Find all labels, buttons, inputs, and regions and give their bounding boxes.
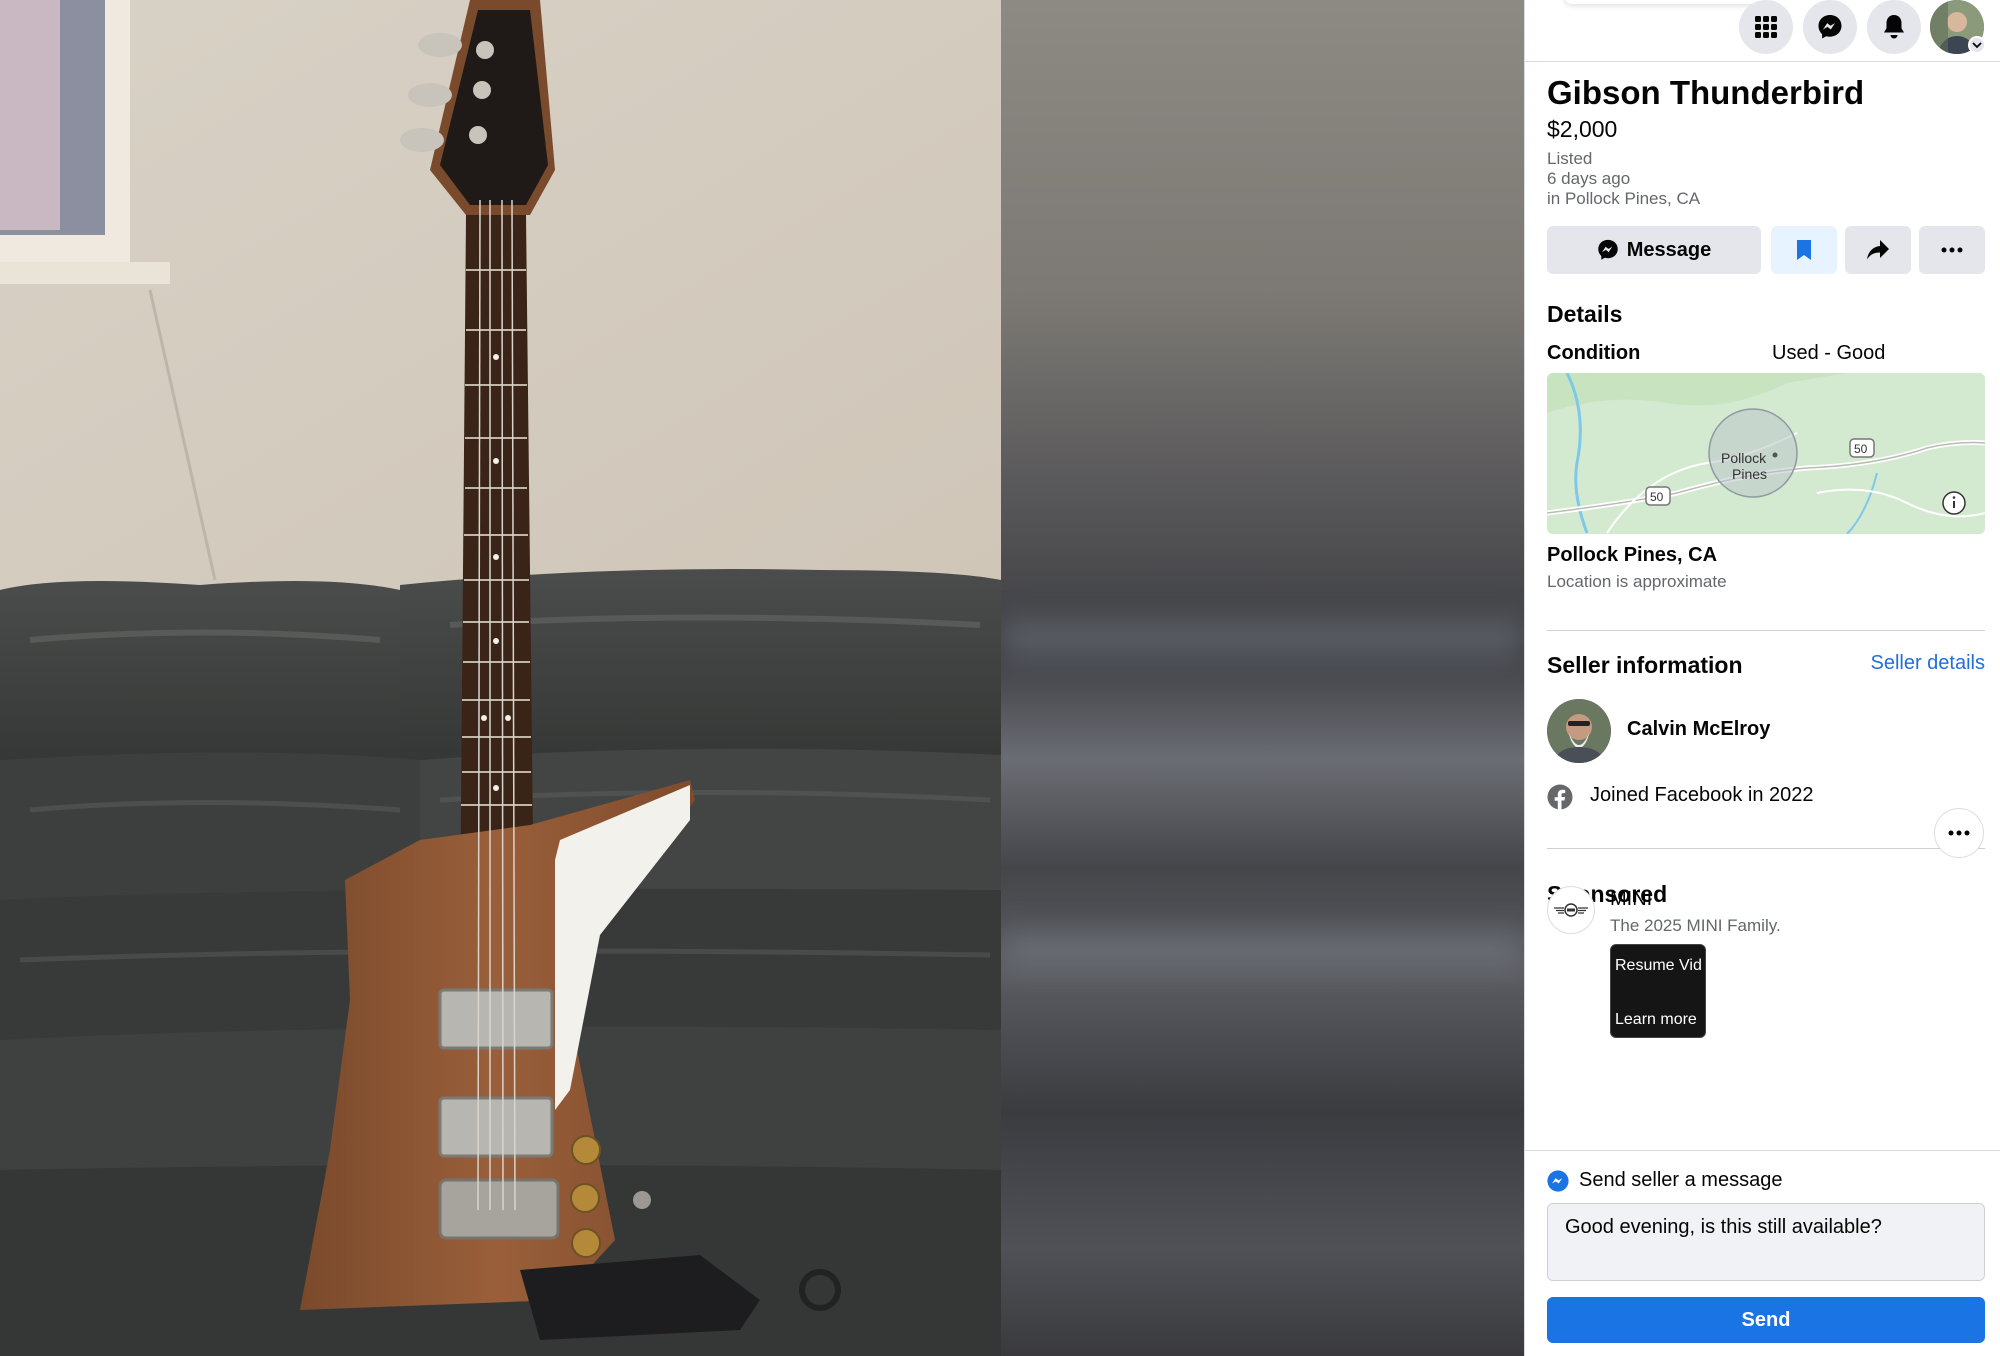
- route-shield: 50: [1650, 490, 1664, 504]
- ad-learn-more[interactable]: Learn more: [1615, 1011, 1697, 1029]
- map-place-label: Pines: [1732, 466, 1767, 482]
- ad-video-thumbnail[interactable]: Resume Vid Learn more: [1610, 944, 1706, 1038]
- location-map[interactable]: Pollock Pines 50 50: [1547, 373, 1985, 534]
- condition-value: Used - Good: [1772, 342, 1886, 364]
- map-place-label: Pollock: [1721, 450, 1767, 466]
- location-title: Pollock Pines, CA: [1547, 544, 1718, 566]
- send-message-section: Send seller a message Good evening, is t…: [1525, 1150, 2000, 1356]
- listing-actions: Message: [1547, 226, 1985, 274]
- top-navigation-bar: [1525, 0, 2000, 62]
- facebook-icon: [1547, 784, 1573, 810]
- ad-tagline: The 2025 MINI Family.: [1610, 916, 1781, 935]
- share-button[interactable]: [1845, 226, 1911, 274]
- seller-details-link[interactable]: Seller details: [1870, 652, 1985, 675]
- account-menu-button[interactable]: [1968, 36, 1986, 54]
- chevron-down-icon: [1972, 42, 1982, 49]
- advertiser-name[interactable]: MINI: [1610, 888, 1652, 911]
- location-subtitle: Location is approximate: [1547, 572, 1727, 591]
- details-heading: Details: [1547, 301, 1623, 327]
- divider: [1547, 848, 1985, 849]
- seller-joined: Joined Facebook in 2022: [1590, 784, 1814, 806]
- messenger-icon: [1598, 239, 1618, 260]
- info-icon[interactable]: [1942, 491, 1966, 515]
- notifications-icon: [1884, 15, 1904, 39]
- ad-resume-video[interactable]: Resume Vid: [1615, 957, 1702, 975]
- listing-title: Gibson Thunderbird: [1547, 74, 1865, 111]
- notifications-button[interactable]: [1867, 0, 1921, 54]
- share-icon: [1867, 240, 1889, 260]
- messenger-button[interactable]: [1803, 0, 1857, 54]
- more-icon: [1948, 830, 1970, 836]
- more-icon: [1941, 247, 1963, 253]
- listing-details-panel: Gibson Thunderbird $2,000 Listed 6 days …: [1524, 0, 2000, 1356]
- menu-grid-button[interactable]: [1739, 0, 1793, 54]
- message-button-label: Message: [1626, 238, 1712, 261]
- listing-price: $2,000: [1547, 116, 1618, 142]
- save-button[interactable]: [1771, 226, 1837, 274]
- advertiser-logo[interactable]: [1547, 886, 1595, 934]
- seller-name[interactable]: Calvin McElroy: [1627, 718, 1770, 741]
- listed-label: Listed: [1547, 149, 1593, 168]
- search-bar-edge[interactable]: [1565, 0, 1765, 4]
- messenger-icon: [1547, 1169, 1569, 1192]
- send-button[interactable]: Send: [1547, 1297, 1985, 1343]
- photo-blurred-backdrop: [1001, 0, 1524, 1356]
- listing-photo: [0, 0, 1001, 1356]
- send-message-heading: Send seller a message: [1547, 1169, 1782, 1192]
- route-shield: 50: [1854, 442, 1868, 456]
- messenger-icon: [1818, 15, 1842, 39]
- bookmark-icon: [1797, 240, 1811, 260]
- backdrop-streak: [1001, 930, 1524, 970]
- menu-grid-icon: [1755, 16, 1777, 38]
- sponsored-more-button[interactable]: [1934, 808, 1984, 858]
- message-button[interactable]: Message: [1547, 226, 1761, 274]
- listed-time: 6 days ago: [1547, 169, 1631, 188]
- send-message-heading-label: Send seller a message: [1579, 1169, 1783, 1191]
- mini-logo-icon: [1554, 903, 1588, 917]
- seller-avatar[interactable]: [1547, 699, 1611, 763]
- listed-location[interactable]: in Pollock Pines, CA: [1547, 189, 1700, 209]
- message-input[interactable]: Good evening, is this still available?: [1547, 1203, 1985, 1281]
- divider: [1547, 630, 1985, 631]
- listing-media-viewer[interactable]: [0, 0, 1524, 1356]
- more-options-button[interactable]: [1919, 226, 1985, 274]
- seller-heading: Seller information: [1547, 652, 1743, 678]
- condition-label: Condition: [1547, 342, 1641, 364]
- backdrop-streak: [1001, 620, 1524, 660]
